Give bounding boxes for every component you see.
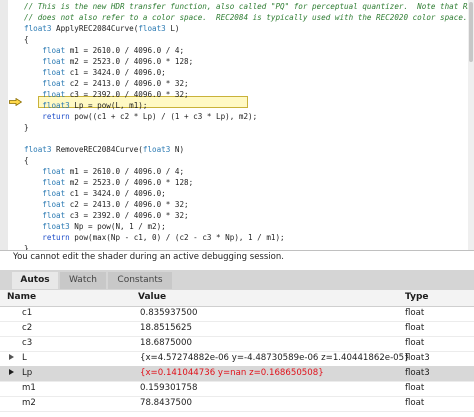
- autos-row-lp[interactable]: Lp {x=0.141044736 y=nan z=0.168650508} flo…: [0, 366, 474, 382]
- edit-lock-message: You cannot edit the shader during an act…: [13, 252, 284, 262]
- variable-name: L: [22, 353, 27, 363]
- shader-code-editor[interactable]: // This is the new HDR transfer function…: [0, 0, 474, 250]
- code-line: float3 RemoveREC2084Curve(float3 N): [24, 145, 185, 154]
- code-line: float3 ApplyREC2084Curve(float3 L): [24, 24, 180, 33]
- variable-type: float: [405, 383, 425, 393]
- column-header-value[interactable]: Value: [138, 292, 166, 302]
- autos-grid: c1 0.835937500 float c2 18.8515625 float c3 18.…: [0, 306, 474, 417]
- code-line: }: [24, 123, 29, 132]
- variable-name: Lp: [22, 368, 33, 378]
- tab-constants[interactable]: Constants: [108, 272, 172, 289]
- autos-row-c2[interactable]: c2 18.8515625 float: [0, 321, 474, 337]
- variable-name: c3: [22, 338, 33, 348]
- variable-type: float3: [405, 353, 430, 363]
- autos-row-m2[interactable]: m2 78.8437500 float: [0, 396, 474, 412]
- code-line: }: [24, 244, 29, 250]
- code-line: return pow(max(Np - c1, 0) / (c2 - c3 * …: [42, 233, 285, 242]
- variable-value[interactable]: 0.159301758: [140, 383, 197, 393]
- autos-row-c1[interactable]: c1 0.835937500 float: [0, 306, 474, 322]
- variable-name: m2: [22, 398, 36, 408]
- column-header-name[interactable]: Name: [7, 292, 36, 302]
- variable-value[interactable]: 78.8437500: [140, 398, 192, 408]
- expand-arrow-icon[interactable]: [9, 369, 14, 375]
- variable-value[interactable]: 18.8515625: [140, 323, 192, 333]
- debug-tab-strip: Autos Watch Constants: [0, 270, 474, 290]
- variable-value[interactable]: {x=4.57274882e-06 y=-4.48730589e-06 z=1.…: [140, 353, 410, 363]
- variable-value[interactable]: 0.835937500: [140, 308, 197, 318]
- autos-row-c3[interactable]: c3 18.6875000 float: [0, 336, 474, 352]
- column-header-type[interactable]: Type: [405, 292, 428, 302]
- variable-type: float3: [405, 368, 430, 378]
- code-line: return pow((c1 + c2 * Lp) / (1 + c3 * Lp…: [42, 112, 258, 121]
- yellow-arrow-icon: [9, 98, 22, 106]
- variable-value[interactable]: 18.6875000: [140, 338, 192, 348]
- variable-type: float: [405, 308, 425, 318]
- scrollbar-thumb[interactable]: [469, 2, 473, 62]
- variable-name: c2: [22, 323, 33, 333]
- indicator-margin: [8, 0, 23, 250]
- variable-name: m1: [22, 383, 36, 393]
- tab-watch[interactable]: Watch: [60, 272, 106, 289]
- variable-type: float: [405, 338, 425, 348]
- editor-gutter: [0, 0, 8, 250]
- variable-type: float: [405, 398, 425, 408]
- autos-row-m1[interactable]: m1 0.159301758 float: [0, 381, 474, 397]
- editor-vertical-scrollbar[interactable]: [468, 0, 474, 250]
- edit-lock-message-bar: You cannot edit the shader during an act…: [0, 250, 474, 265]
- expand-arrow-icon[interactable]: [9, 354, 14, 360]
- autos-grid-header: Name Value Type: [0, 290, 474, 307]
- autos-row-l[interactable]: L {x=4.57274882e-06 y=-4.48730589e-06 z=1…: [0, 351, 474, 367]
- tab-autos[interactable]: Autos: [12, 272, 58, 289]
- variable-value[interactable]: {x=0.141044736 y=nan z=0.168650508}: [140, 368, 324, 378]
- variable-name: c1: [22, 308, 33, 318]
- variable-type: float: [405, 323, 425, 333]
